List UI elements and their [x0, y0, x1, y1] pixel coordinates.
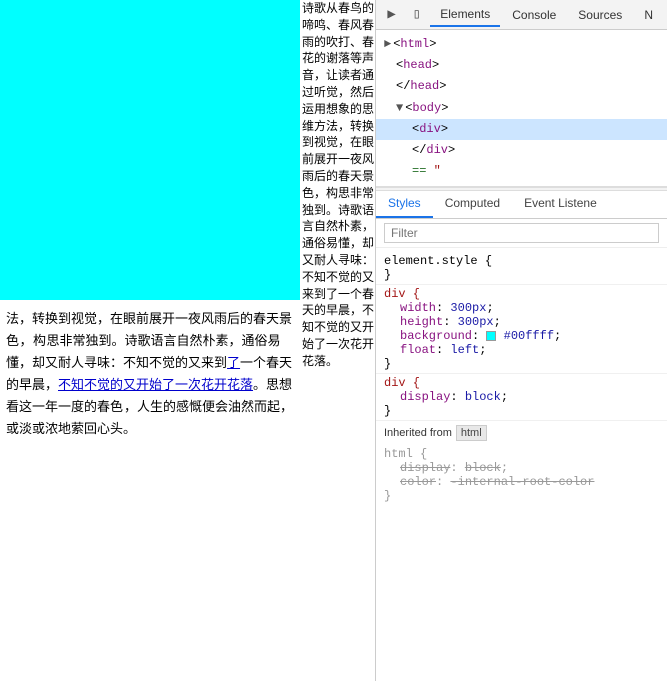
devtools-top-toolbar: ▶ ▯ Elements Console Sources N	[376, 0, 667, 30]
prop-float: float: left;	[384, 343, 659, 357]
inherited-header: Inherited from html	[376, 421, 667, 445]
tab-sources[interactable]: Sources	[568, 4, 632, 26]
dom-head-close: </head>	[376, 76, 667, 97]
tab-more[interactable]: N	[634, 4, 663, 26]
div-rule-1: div { width: 300px; height: 300px; backg…	[376, 285, 667, 374]
element-style-close: }	[384, 268, 659, 282]
element-style-selector: element.style {	[384, 254, 659, 268]
prop-background: background: #00ffff;	[384, 329, 659, 343]
filter-input[interactable]	[384, 223, 659, 243]
div-rule-2-close: }	[384, 404, 659, 418]
dom-comment: == "	[376, 161, 667, 182]
content-area: 法，转换到视觉，在眼前展开一夜风雨后的春天景色，构思非常独到。诗歌语言自然朴素，…	[0, 0, 375, 681]
tab-event-listeners[interactable]: Event Listene	[512, 191, 609, 218]
devtools-panel: ▶ ▯ Elements Console Sources N ►<html> <…	[375, 0, 667, 681]
dom-div-close: </div>	[376, 140, 667, 161]
tab-console[interactable]: Console	[502, 4, 566, 26]
dom-div[interactable]: <div>	[376, 119, 667, 140]
inherited-html-rule: html { display: block; color: -internal-…	[376, 445, 667, 505]
dom-tree: ►<html> <head> </head> ▼<body> <div> </d…	[376, 30, 667, 187]
dom-head: <head>	[376, 55, 667, 76]
inspect-icon[interactable]: ▶	[380, 3, 403, 27]
device-icon[interactable]: ▯	[405, 3, 428, 27]
inherited-tag-badge[interactable]: html	[456, 425, 487, 441]
browser-content: 法，转换到视觉，在眼前展开一夜风雨后的春天景色，构思非常独到。诗歌语言自然朴素，…	[0, 0, 375, 681]
prop-display: display: block;	[384, 390, 659, 404]
inherited-html-close: }	[384, 489, 659, 503]
devtools-panel-tabs: Styles Computed Event Listene	[376, 191, 667, 219]
tab-computed[interactable]: Computed	[433, 191, 512, 218]
div-rule-2: div { display: block; }	[376, 374, 667, 421]
inherited-html-selector: html {	[384, 447, 659, 461]
element-style-rule: element.style { }	[376, 252, 667, 285]
filter-bar	[376, 219, 667, 248]
prop-height: height: 300px;	[384, 315, 659, 329]
cyan-box	[0, 0, 300, 300]
styles-content: element.style { } div { width: 300px; he…	[376, 248, 667, 681]
div-rule-1-close: }	[384, 357, 659, 371]
bottom-paragraph: 法，转换到视觉，在眼前展开一夜风雨后的春天景色，构思非常独到。诗歌语言自然朴素，…	[0, 300, 300, 449]
dom-html: ►<html>	[376, 34, 667, 55]
tab-elements[interactable]: Elements	[430, 3, 500, 27]
color-swatch[interactable]	[486, 331, 496, 341]
div-selector-1: div {	[384, 287, 659, 301]
inherited-prop-color: color: -internal-root-color	[384, 475, 659, 489]
prop-width: width: 300px;	[384, 301, 659, 315]
side-text-column: 诗歌从春鸟的啼鸣、春风春雨的吹打、春花的谢落等声音，让读者通过听觉，然后运用想象…	[300, 0, 375, 681]
inherited-label: Inherited from	[384, 427, 452, 439]
div-selector-2: div {	[384, 376, 659, 390]
inherited-prop-display: display: block;	[384, 461, 659, 475]
dom-body: ▼<body>	[376, 98, 667, 119]
tab-styles[interactable]: Styles	[376, 191, 433, 218]
